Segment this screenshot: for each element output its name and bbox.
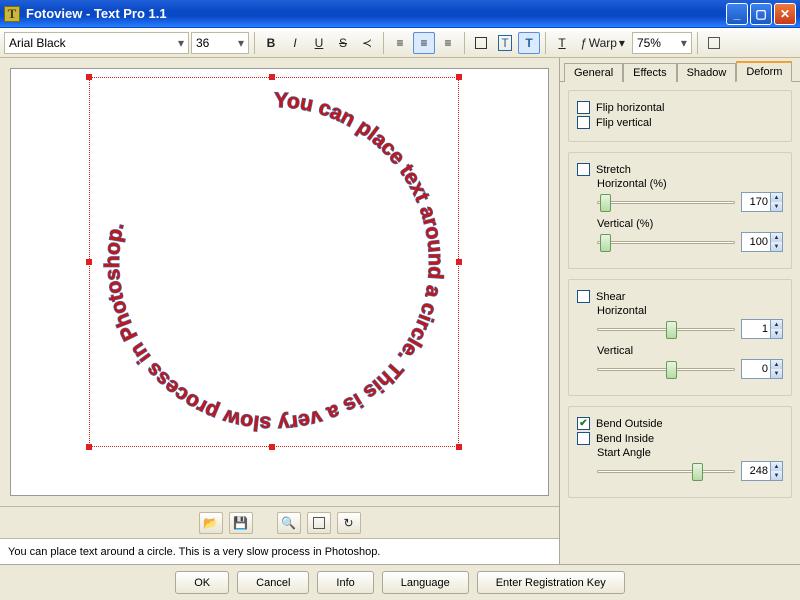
- minimize-button[interactable]: _: [726, 3, 748, 25]
- shear-v-label: Vertical: [597, 345, 783, 357]
- bold-button[interactable]: B: [260, 32, 282, 54]
- stretch-h-spin[interactable]: 170▲▼: [741, 192, 783, 212]
- font-family-combo[interactable]: Arial Black ▾: [4, 32, 189, 54]
- start-angle-label: Start Angle: [597, 447, 783, 459]
- align-center-button[interactable]: ≡: [413, 32, 435, 54]
- tab-effects[interactable]: Effects: [623, 63, 676, 82]
- tab-general[interactable]: General: [564, 63, 623, 82]
- circular-text-content: You can place text around a circle. This…: [101, 89, 447, 435]
- warp-label: Warp: [589, 36, 617, 50]
- maximize-button[interactable]: ▢: [750, 3, 772, 25]
- align-right-button[interactable]: ≡: [437, 32, 459, 54]
- open-button[interactable]: 📂: [199, 512, 223, 534]
- title-bar: T Fotoview - Text Pro 1.1 _ ▢ ✕: [0, 0, 800, 28]
- bend-inside-checkbox[interactable]: Bend Inside: [577, 432, 783, 445]
- shear-h-spin[interactable]: 1▲▼: [741, 319, 783, 339]
- ok-button[interactable]: OK: [175, 571, 229, 594]
- chevron-down-icon: ▾: [681, 36, 687, 50]
- warp-button[interactable]: ƒWarp ▾: [575, 32, 630, 54]
- canvas[interactable]: You can place text around a circle. This…: [10, 68, 549, 496]
- chevron-down-icon: ▾: [178, 36, 184, 50]
- zoom-combo[interactable]: 75% ▾: [632, 32, 692, 54]
- stretch-v-label: Vertical (%): [597, 218, 783, 230]
- shear-h-slider[interactable]: [597, 320, 735, 338]
- refresh-button[interactable]: ↻: [337, 512, 361, 534]
- stretch-v-spin[interactable]: 100▲▼: [741, 232, 783, 252]
- window-title: Fotoview - Text Pro 1.1: [26, 6, 167, 21]
- zoom-value: 75%: [637, 36, 661, 50]
- font-family-value: Arial Black: [9, 36, 66, 50]
- info-button[interactable]: Info: [317, 571, 373, 594]
- stretch-checkbox[interactable]: Stretch: [577, 163, 783, 176]
- flip-vertical-checkbox[interactable]: Flip vertical: [577, 116, 783, 129]
- properties-panel: General Effects Shadow Deform Flip horiz…: [560, 58, 800, 564]
- property-tabs: General Effects Shadow Deform: [560, 58, 800, 82]
- fit-button[interactable]: [307, 512, 331, 534]
- bend-outside-checkbox[interactable]: ✔Bend Outside: [577, 417, 783, 430]
- app-icon: T: [4, 6, 20, 22]
- close-button[interactable]: ✕: [774, 3, 796, 25]
- options-button[interactable]: [703, 32, 725, 54]
- text-style-3-button[interactable]: T: [518, 32, 540, 54]
- stretch-h-slider[interactable]: [597, 193, 735, 211]
- underline-button[interactable]: U: [308, 32, 330, 54]
- formatting-toolbar: Arial Black ▾ 36 ▾ B I U S ≺ ≡ ≡ ≡ T T T…: [0, 28, 800, 58]
- shear-v-spin[interactable]: 0▲▼: [741, 359, 783, 379]
- tab-deform[interactable]: Deform: [736, 61, 792, 82]
- font-size-value: 36: [196, 36, 209, 50]
- stretch-v-slider[interactable]: [597, 233, 735, 251]
- bend-group: ✔Bend Outside Bend Inside Start Angle 24…: [568, 406, 792, 498]
- save-button[interactable]: 💾: [229, 512, 253, 534]
- chevron-down-icon: ▾: [619, 36, 625, 50]
- kerning-button[interactable]: ≺: [356, 32, 378, 54]
- stretch-h-label: Horizontal (%): [597, 178, 783, 190]
- flip-horizontal-checkbox[interactable]: Flip horizontal: [577, 101, 783, 114]
- canvas-toolbar: 📂 💾 🔍 ↻: [0, 506, 559, 538]
- align-left-button[interactable]: ≡: [389, 32, 411, 54]
- start-angle-slider[interactable]: [597, 462, 735, 480]
- text-style-1-button[interactable]: [470, 32, 492, 54]
- language-button[interactable]: Language: [382, 571, 469, 594]
- zoom-tool-button[interactable]: 🔍: [277, 512, 301, 534]
- circular-text-preview: You can place text around a circle. This…: [91, 79, 457, 445]
- shear-group: Shear Horizontal 1▲▼ Vertical 0▲▼: [568, 279, 792, 396]
- tab-shadow[interactable]: Shadow: [677, 63, 737, 82]
- text-input[interactable]: [6, 545, 553, 559]
- canvas-panel: You can place text around a circle. This…: [0, 58, 560, 564]
- start-angle-spin[interactable]: 248▲▼: [741, 461, 783, 481]
- vertical-text-button[interactable]: T: [551, 32, 573, 54]
- svg-text:You can place text around a ci: You can place text around a circle. This…: [101, 89, 447, 435]
- shear-v-slider[interactable]: [597, 360, 735, 378]
- text-input-bar: [0, 538, 559, 564]
- shear-h-label: Horizontal: [597, 305, 783, 317]
- strike-button[interactable]: S: [332, 32, 354, 54]
- chevron-down-icon: ▾: [238, 36, 244, 50]
- text-style-2-button[interactable]: T: [494, 32, 516, 54]
- italic-button[interactable]: I: [284, 32, 306, 54]
- font-size-combo[interactable]: 36 ▾: [191, 32, 249, 54]
- stretch-group: Stretch Horizontal (%) 170▲▼ Vertical (%…: [568, 152, 792, 269]
- shear-checkbox[interactable]: Shear: [577, 290, 783, 303]
- cancel-button[interactable]: Cancel: [237, 571, 309, 594]
- dialog-buttons: OK Cancel Info Language Enter Registrati…: [0, 564, 800, 600]
- register-button[interactable]: Enter Registration Key: [477, 571, 625, 594]
- flip-group: Flip horizontal Flip vertical: [568, 90, 792, 142]
